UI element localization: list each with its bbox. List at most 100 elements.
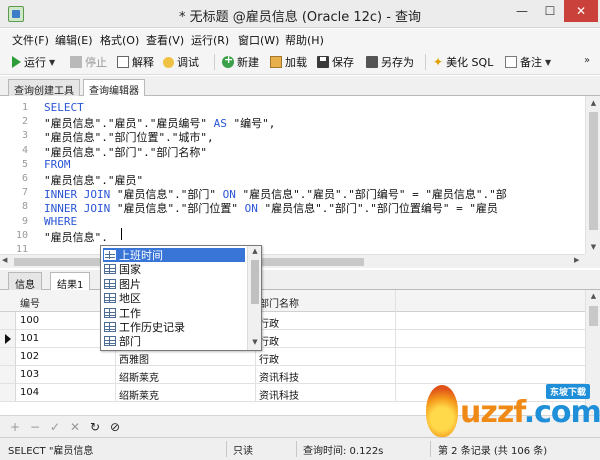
scroll-down-icon[interactable]: ▼ bbox=[248, 338, 262, 346]
autocomplete-item[interactable]: 图片 bbox=[103, 277, 245, 291]
sql-text: "雇员信息"."部门"."部门名称" bbox=[44, 145, 207, 159]
table-cell[interactable]: 100 bbox=[20, 315, 39, 326]
autocomplete-item[interactable]: 上班时间 bbox=[103, 248, 245, 262]
sql-text: "雇员信息"."部门位置"."城市", bbox=[44, 131, 214, 145]
table-cell[interactable]: 行政 bbox=[259, 351, 279, 366]
sql-text: "雇员信息"."部门"."部门位置编号" = "雇员 bbox=[257, 202, 498, 216]
save-button[interactable]: 保存 bbox=[317, 53, 354, 71]
autocomplete-item[interactable]: 工作 bbox=[103, 306, 245, 320]
table-cell[interactable]: 102 bbox=[20, 351, 39, 362]
discard-changes-button[interactable]: ✕ bbox=[68, 420, 82, 434]
run-button[interactable]: 运行 ▼ bbox=[12, 53, 55, 71]
scroll-right-icon[interactable]: ▶ bbox=[574, 256, 579, 264]
autocomplete-scrollbar[interactable]: ▲ ▼ bbox=[247, 246, 261, 350]
minimize-button[interactable]: — bbox=[508, 0, 536, 22]
toolbar: 运行 ▼ 停止 解释 调试 新建 加载 保存 另存为 ✦ 美化 SQL 备注 ▼… bbox=[0, 49, 600, 75]
table-row[interactable]: 103 绍斯莱克 资讯科技 bbox=[16, 366, 585, 384]
watermark-logo: uzzf.com 东坡下载 bbox=[420, 383, 600, 443]
scroll-up-icon[interactable]: ▲ bbox=[586, 96, 600, 110]
beautify-label: 美化 SQL bbox=[446, 56, 494, 69]
menu-file[interactable]: 文件(F) bbox=[12, 32, 49, 48]
refresh-button[interactable]: ↻ bbox=[88, 420, 102, 434]
tab-info[interactable]: 信息 bbox=[8, 272, 42, 291]
row-indicator[interactable] bbox=[0, 348, 16, 366]
table-cell[interactable]: 104 bbox=[20, 387, 39, 398]
scroll-up-icon[interactable]: ▲ bbox=[248, 247, 262, 255]
tab-query-editor[interactable]: 查询编辑器 bbox=[83, 79, 145, 97]
stop-loading-button[interactable]: ⊘ bbox=[108, 420, 122, 434]
row-indicator[interactable] bbox=[0, 312, 16, 330]
add-icon bbox=[222, 53, 234, 68]
menu-edit[interactable]: 编辑(E) bbox=[55, 32, 93, 48]
beautify-sql-button[interactable]: ✦ 美化 SQL bbox=[433, 53, 493, 71]
toolbar-overflow-button[interactable]: » bbox=[584, 55, 590, 66]
autocomplete-item[interactable]: 工作历史记录 bbox=[103, 320, 245, 334]
flame-logo-icon bbox=[426, 385, 458, 437]
menu-help[interactable]: 帮助(H) bbox=[285, 32, 324, 48]
save-icon bbox=[317, 56, 329, 68]
line-number: 9 bbox=[21, 215, 28, 227]
close-button[interactable]: ✕ bbox=[564, 0, 598, 22]
explain-button[interactable]: 解释 bbox=[117, 53, 154, 71]
status-query-time: 查询时间: 0.122s bbox=[303, 446, 384, 457]
note-button[interactable]: 备注 ▼ bbox=[505, 53, 551, 71]
table-cell[interactable]: 资讯科技 bbox=[259, 387, 299, 402]
table-cell[interactable]: 绍斯莱克 bbox=[119, 387, 159, 402]
save-as-label: 另存为 bbox=[381, 56, 414, 69]
sql-editor[interactable]: 1 2 3 4 5 6 7 8 9 10 11 SELECT "雇员信息"."雇员"."雇员编号" A… bbox=[0, 96, 600, 255]
autocomplete-popup[interactable]: 上班时间 国家 图片 地区 工作 工作历史记录 部门 ▲ ▼ bbox=[100, 245, 262, 351]
load-label: 加载 bbox=[285, 56, 307, 69]
autocomplete-item-label: 部门 bbox=[119, 335, 141, 349]
watermark-badge: 东坡下载 bbox=[546, 384, 591, 399]
table-cell[interactable]: 西雅图 bbox=[119, 351, 149, 366]
explain-label: 解释 bbox=[132, 56, 154, 69]
load-button[interactable]: 加载 bbox=[270, 53, 307, 71]
table-cell[interactable]: 103 bbox=[20, 369, 39, 380]
save-as-icon bbox=[366, 56, 378, 68]
line-number: 4 bbox=[21, 144, 28, 156]
scroll-thumb[interactable] bbox=[251, 260, 259, 304]
apply-changes-button[interactable]: ✓ bbox=[48, 420, 62, 434]
menu-run[interactable]: 运行(R) bbox=[191, 32, 229, 48]
stop-button[interactable]: 停止 bbox=[70, 53, 107, 71]
note-icon bbox=[505, 56, 517, 68]
debug-button[interactable]: 调试 bbox=[163, 53, 199, 71]
menu-view[interactable]: 查看(V) bbox=[146, 32, 184, 48]
tab-query-builder[interactable]: 查询创建工具 bbox=[8, 79, 80, 97]
autocomplete-item[interactable]: 部门 bbox=[103, 334, 245, 348]
result-tabs: 信息 结果1 bbox=[0, 270, 600, 291]
menu-bar: 文件(F) 编辑(E) 格式(O) 查看(V) 运行(R) 窗口(W) 帮助(H… bbox=[0, 29, 600, 49]
column-header-id[interactable]: 编号 bbox=[20, 295, 40, 310]
scroll-thumb[interactable] bbox=[589, 112, 598, 230]
row-indicator[interactable] bbox=[0, 384, 16, 402]
table-cell[interactable]: 行政 bbox=[259, 333, 279, 348]
new-button[interactable]: 新建 bbox=[222, 53, 259, 71]
sql-text: "雇员信息"."部门" bbox=[110, 188, 223, 202]
new-label: 新建 bbox=[237, 56, 259, 69]
row-indicator[interactable] bbox=[0, 330, 16, 348]
editor-tabs: 查询创建工具 查询编辑器 bbox=[0, 76, 600, 97]
sql-keyword: SELECT bbox=[44, 101, 84, 114]
autocomplete-item[interactable]: 地区 bbox=[103, 291, 245, 305]
table-cell[interactable]: 绍斯莱克 bbox=[119, 369, 159, 384]
table-cell[interactable]: 101 bbox=[20, 333, 39, 344]
table-cell[interactable]: 资讯科技 bbox=[259, 369, 299, 384]
tab-result-1[interactable]: 结果1 bbox=[50, 272, 91, 291]
scroll-left-icon[interactable]: ◀ bbox=[2, 256, 7, 264]
row-indicator[interactable] bbox=[0, 366, 16, 384]
table-cell[interactable]: 行政 bbox=[259, 315, 279, 330]
menu-format[interactable]: 格式(O) bbox=[100, 32, 139, 48]
delete-record-button[interactable]: − bbox=[28, 420, 42, 434]
autocomplete-item[interactable]: 国家 bbox=[103, 262, 245, 276]
scroll-thumb[interactable] bbox=[589, 306, 598, 326]
scroll-up-icon[interactable]: ▲ bbox=[586, 292, 600, 300]
editor-vertical-scrollbar[interactable]: ▲ ▼ bbox=[585, 96, 600, 254]
column-header-department[interactable]: 部门名称 bbox=[259, 295, 299, 310]
sql-keyword: FROM bbox=[44, 157, 71, 171]
scroll-down-icon[interactable]: ▼ bbox=[586, 240, 600, 254]
editor-horizontal-scrollbar[interactable]: ◀ ▶ bbox=[0, 254, 585, 268]
save-as-button[interactable]: 另存为 bbox=[366, 53, 414, 71]
menu-window[interactable]: 窗口(W) bbox=[238, 32, 279, 48]
add-record-button[interactable]: + bbox=[8, 420, 22, 434]
maximize-button[interactable]: ☐ bbox=[536, 0, 564, 22]
